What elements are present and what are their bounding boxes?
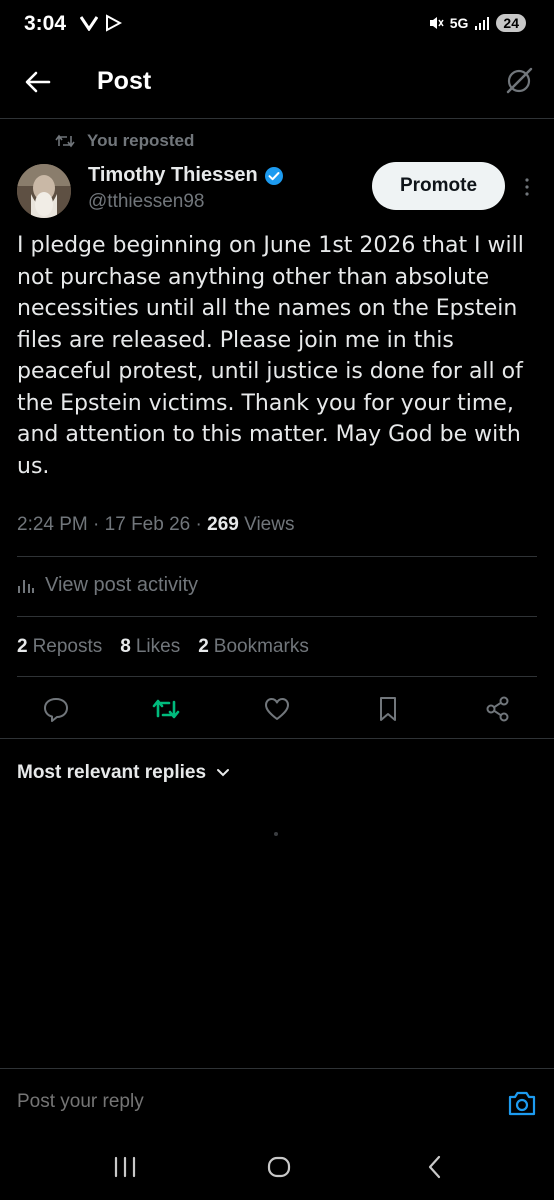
meta-separator: ·: [93, 514, 105, 535]
author-handle[interactable]: @tthiessen98: [88, 191, 204, 213]
stat-reposts[interactable]: 2 Reposts: [17, 636, 102, 658]
post-meta: 2:24 PM · 17 Feb 26 · 269 Views: [17, 514, 294, 536]
repost-note-label: You reposted: [87, 131, 195, 150]
battery-indicator: 24: [496, 14, 526, 32]
repost-icon: [55, 134, 75, 148]
author-name[interactable]: Timothy Thiessen: [88, 164, 284, 187]
network-label: 5G: [449, 15, 469, 31]
header-divider: [0, 118, 554, 119]
activity-label: View post activity: [45, 574, 199, 596]
status-time: 3:04: [24, 12, 67, 35]
meta-divider: [17, 556, 537, 557]
replies-sort-dropdown[interactable]: Most relevant replies: [17, 762, 230, 784]
recent-apps-icon[interactable]: [110, 1152, 140, 1182]
reply-input[interactable]: [17, 1091, 477, 1113]
status-bar: 3:04 5G 24: [0, 0, 554, 52]
repost-note: You reposted: [55, 131, 194, 151]
repost-button-icon[interactable]: [151, 694, 181, 724]
stats-divider: [17, 676, 537, 677]
camera-icon[interactable]: [507, 1089, 537, 1117]
actions-divider: [0, 738, 554, 739]
back-arrow-icon[interactable]: [22, 66, 54, 98]
signal-icon: [475, 17, 490, 30]
post-time[interactable]: 2:24 PM: [17, 514, 88, 535]
activity-icon: [18, 579, 34, 593]
action-bar: [0, 690, 554, 730]
system-nav-bar: [0, 1130, 554, 1200]
top-bar: Post: [0, 52, 554, 112]
grok-icon[interactable]: [504, 66, 534, 96]
bookmark-icon[interactable]: [373, 694, 403, 724]
home-icon[interactable]: [264, 1152, 294, 1182]
avatar[interactable]: [17, 164, 71, 218]
avatar-image: [17, 164, 71, 218]
post-stats: 2 Reposts 8 Likes 2 Bookmarks: [17, 636, 309, 658]
views-label: Views: [244, 514, 295, 535]
stat-likes[interactable]: 8 Likes: [120, 636, 180, 658]
activity-divider: [17, 616, 537, 617]
page-title: Post: [97, 67, 152, 95]
verified-icon: [264, 166, 283, 185]
reply-icon[interactable]: [41, 694, 71, 724]
mute-icon: [429, 17, 444, 29]
meta-separator: ·: [195, 514, 208, 535]
post-date[interactable]: 17 Feb 26: [105, 514, 191, 535]
post-text: I pledge beginning on June 1st 2026 that…: [17, 233, 524, 479]
views-count: 269: [207, 514, 239, 535]
share-icon[interactable]: [483, 694, 513, 724]
replies-sort-label: Most relevant replies: [17, 762, 207, 783]
like-icon[interactable]: [262, 694, 292, 724]
nav-back-icon[interactable]: [420, 1152, 450, 1182]
more-icon[interactable]: [518, 175, 536, 199]
stat-bookmarks[interactable]: 2 Bookmarks: [198, 636, 309, 658]
v-app-icon: [80, 16, 98, 31]
play-store-icon: [106, 14, 122, 32]
promote-button[interactable]: Promote: [372, 162, 505, 210]
loading-indicator: [274, 832, 278, 836]
view-post-activity[interactable]: View post activity: [17, 574, 198, 597]
author-name-label: Timothy Thiessen: [88, 164, 258, 186]
reply-bar: [0, 1068, 554, 1130]
chevron-down-icon: [217, 769, 230, 777]
